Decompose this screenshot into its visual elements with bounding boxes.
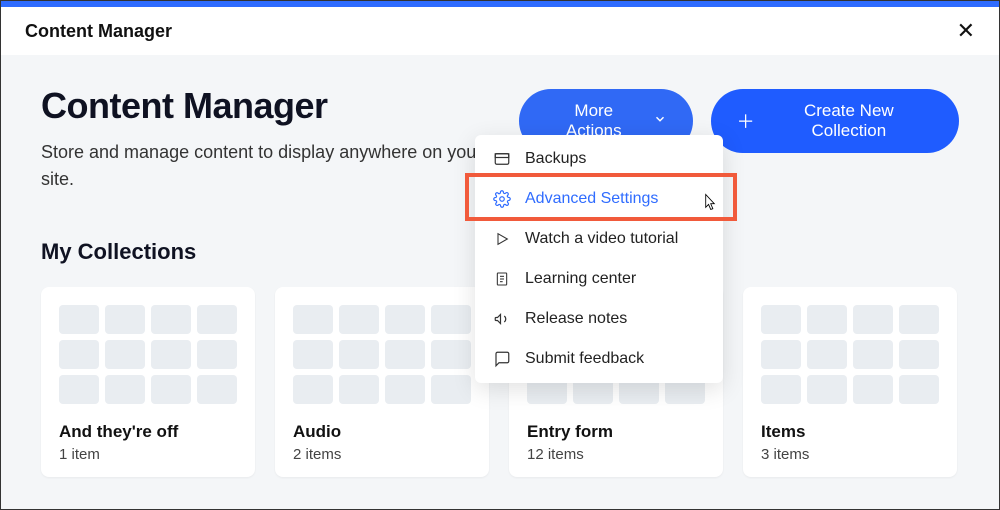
menu-item-label: Advanced Settings	[525, 190, 658, 208]
plus-icon: ＋	[737, 108, 755, 134]
collection-name: Items	[761, 422, 939, 442]
chevron-down-icon	[653, 111, 667, 131]
menu-item-label: Submit feedback	[525, 350, 644, 368]
menu-item-video-tutorial[interactable]: Watch a video tutorial	[475, 219, 723, 259]
page-title: Content Manager	[41, 85, 519, 127]
doc-icon	[493, 270, 511, 288]
collection-count: 2 items	[293, 446, 471, 463]
collection-count: 3 items	[761, 446, 939, 463]
feedback-icon	[493, 350, 511, 368]
topbar-title: Content Manager	[25, 21, 172, 42]
menu-item-label: Watch a video tutorial	[525, 230, 678, 248]
top-bar: Content Manager ✕	[1, 7, 999, 55]
gear-icon	[493, 190, 511, 208]
collection-thumbnail	[59, 305, 237, 404]
page-description: Store and manage content to display anyw…	[41, 139, 519, 193]
collection-name: And they're off	[59, 422, 237, 442]
menu-item-advanced-settings[interactable]: Advanced Settings	[475, 179, 723, 219]
collection-count: 12 items	[527, 446, 705, 463]
menu-item-label: Learning center	[525, 270, 636, 288]
collection-name: Entry form	[527, 422, 705, 442]
collection-card[interactable]: Audio 2 items	[275, 287, 489, 477]
collection-thumbnail	[293, 305, 471, 404]
play-icon	[493, 230, 511, 248]
collection-thumbnail	[761, 305, 939, 404]
menu-item-submit-feedback[interactable]: Submit feedback	[475, 339, 723, 379]
create-collection-button[interactable]: ＋ Create New Collection	[711, 89, 959, 153]
more-actions-menu: Backups Advanced Settings Watch a video …	[475, 135, 723, 383]
collection-card[interactable]: And they're off 1 item	[41, 287, 255, 477]
menu-item-backups[interactable]: Backups	[475, 139, 723, 179]
megaphone-icon	[493, 310, 511, 328]
menu-item-learning-center[interactable]: Learning center	[475, 259, 723, 299]
collection-count: 1 item	[59, 446, 237, 463]
close-icon[interactable]: ✕	[957, 18, 975, 44]
collection-card[interactable]: Items 3 items	[743, 287, 957, 477]
menu-item-release-notes[interactable]: Release notes	[475, 299, 723, 339]
menu-item-label: Backups	[525, 150, 586, 168]
backup-icon	[493, 150, 511, 168]
collection-name: Audio	[293, 422, 471, 442]
create-collection-label: Create New Collection	[765, 101, 933, 141]
menu-item-label: Release notes	[525, 310, 627, 328]
